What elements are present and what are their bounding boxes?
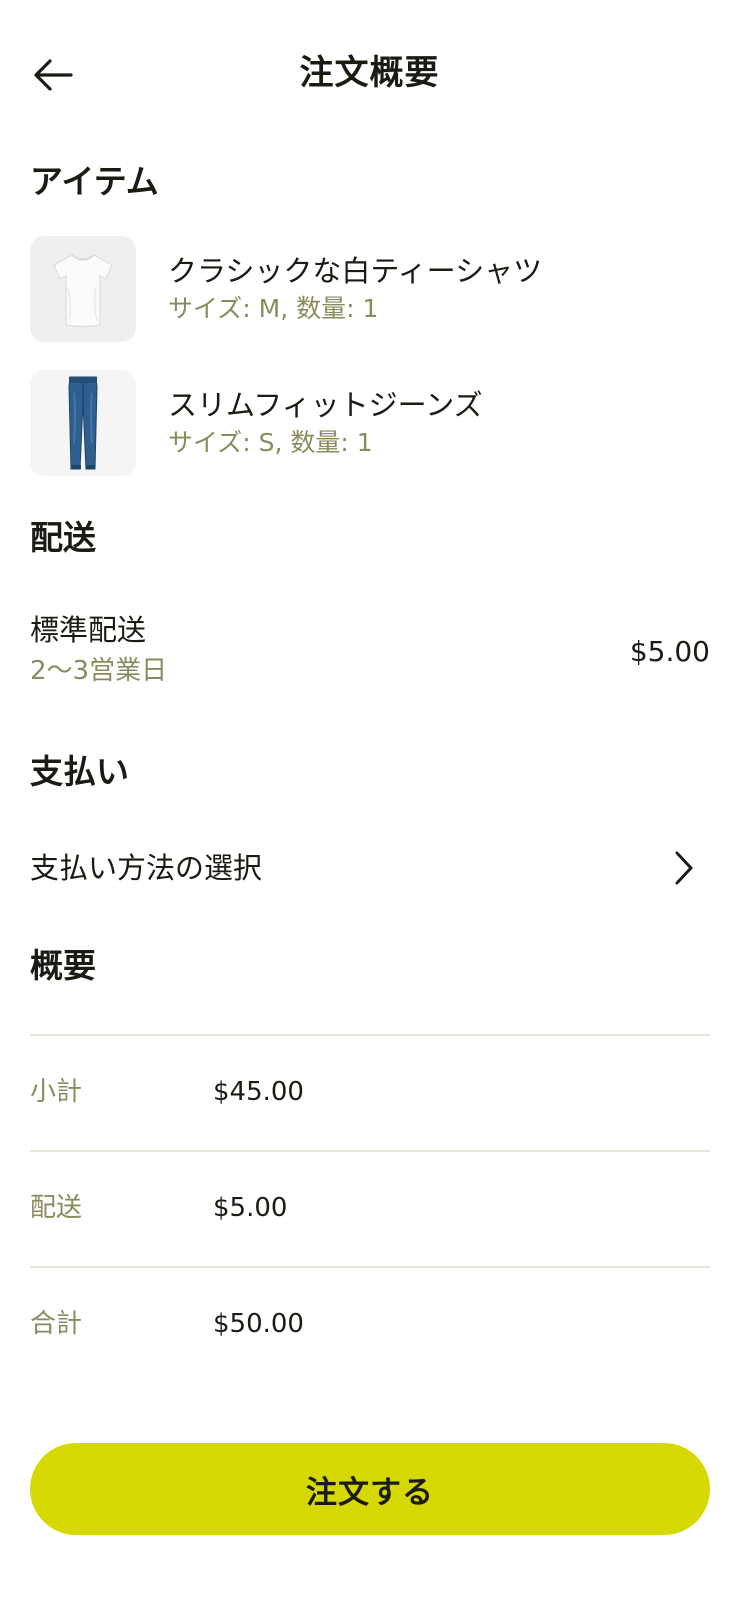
- page-title: 注文概要: [299, 53, 440, 93]
- summary-row-subtotal: 小計 $45.00: [30, 1034, 710, 1150]
- summary-row-total: 合計 $50.00: [30, 1266, 710, 1382]
- order-item[interactable]: クラシックな白ティーシャツ サイズ: M, 数量: 1: [30, 236, 710, 342]
- white-tshirt-image: [30, 236, 136, 342]
- summary-label: 配送: [30, 1193, 83, 1223]
- payment-method-label: 支払い方法の選択: [30, 851, 263, 885]
- shipping-method: 標準配送: [30, 613, 147, 647]
- place-order-button[interactable]: 注文する: [30, 1443, 710, 1535]
- payment-section-title: 支払い: [30, 752, 129, 791]
- shipping-days: 2〜3営業日: [30, 656, 168, 686]
- chevron-right-icon: [664, 848, 704, 888]
- summary-label: 小計: [30, 1077, 83, 1107]
- summary-value: $5.00: [213, 1193, 288, 1223]
- select-payment-method[interactable]: 支払い方法の選択: [30, 840, 710, 896]
- top-app-bar: 注文概要: [0, 0, 739, 150]
- shipping-section-title: 配送: [30, 518, 96, 557]
- item-meta: サイズ: M, 数量: 1: [168, 294, 379, 323]
- slim-jeans-image: [30, 370, 136, 476]
- summary-row-shipping: 配送 $5.00: [30, 1150, 710, 1266]
- item-meta: サイズ: S, 数量: 1: [168, 428, 373, 457]
- item-name: スリムフィットジーンズ: [168, 388, 483, 422]
- shipping-option[interactable]: 標準配送 2〜3営業日 $5.00: [30, 610, 710, 694]
- item-name: クラシックな白ティーシャツ: [168, 254, 543, 288]
- order-item[interactable]: スリムフィットジーンズ サイズ: S, 数量: 1: [30, 370, 710, 476]
- shipping-price: $5.00: [629, 635, 710, 668]
- summary-label: 合計: [30, 1309, 83, 1339]
- items-section-title: アイテム: [30, 162, 159, 201]
- summary-section-title: 概要: [30, 946, 96, 985]
- summary-value: $45.00: [213, 1077, 304, 1107]
- summary-value: $50.00: [213, 1309, 304, 1339]
